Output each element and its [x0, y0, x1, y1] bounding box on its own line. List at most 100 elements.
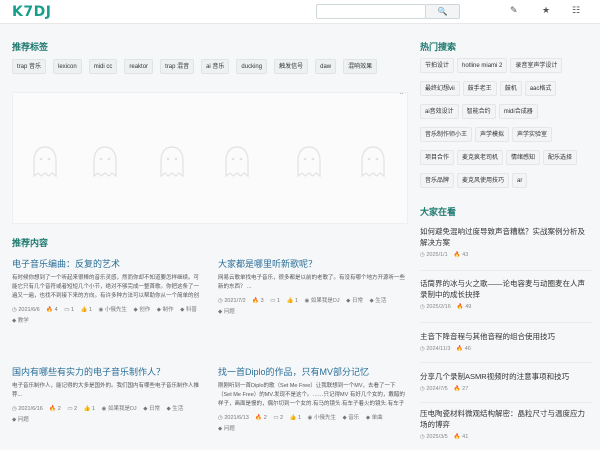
tag-link[interactable]: ◆ 问题: [218, 426, 235, 432]
hot-search-item[interactable]: 音乐制作师小王: [420, 127, 473, 142]
fire-icon: 🔥 2: [49, 406, 61, 412]
author-link[interactable]: ◉ 小俄先生: [308, 415, 336, 421]
pen-icon[interactable]: ✎: [510, 5, 518, 16]
tag-link[interactable]: ◆ 音乐: [343, 415, 360, 421]
like-icon: 👍 1: [286, 298, 299, 304]
tag-item[interactable]: 触发信号: [274, 59, 309, 74]
hot-search-title: 热门搜索: [420, 42, 457, 52]
top-header: K7DJ 🔍 ✎ ★ ☷: [0, 0, 600, 24]
tag-link[interactable]: ◆ 生活: [369, 298, 386, 304]
watching-item: 如何避免混响过度导致声音糟糕？实战案例分析及解决方案 ◷ 2025/1/1 🔥 4…: [420, 226, 592, 258]
tag-link[interactable]: ◆ 日常: [346, 298, 363, 304]
divider: [420, 270, 592, 271]
ghost-icon: [361, 146, 385, 178]
comment-icon: ▭ 1: [270, 298, 281, 304]
watching-item-title[interactable]: 主音下降音程与其他音程的组合使用技巧: [420, 331, 592, 342]
tag-item[interactable]: lexicon: [53, 59, 82, 74]
hot-search-item[interactable]: 最终幻想vii: [420, 81, 460, 96]
hot-search-item[interactable]: ar: [512, 173, 528, 188]
like-icon: 👍 1: [80, 307, 93, 313]
fire-icon: 🔥 43: [453, 252, 469, 258]
hot-search-item[interactable]: 智能合约: [461, 104, 496, 119]
tag-link[interactable]: ◆ 创作: [133, 307, 150, 313]
tag-link[interactable]: ◆ 单曲: [366, 415, 383, 421]
tag-item[interactable]: midi cc: [88, 59, 118, 74]
watching-item-title[interactable]: 分享几个录制ASMR视频时的注意事项和技巧: [420, 371, 592, 382]
divider: [420, 322, 592, 323]
article-title[interactable]: 找一首Diplo的作品，只有MV部分记忆: [218, 366, 408, 378]
hot-search-item[interactable]: ai音效设计: [420, 104, 459, 119]
calendar-icon: ◷ 2024/7/5: [420, 386, 448, 392]
watching-item-title[interactable]: 如何避免混响过度导致声音糟糕？实战案例分析及解决方案: [420, 226, 592, 248]
ghost-icon: [160, 146, 184, 178]
tag-item[interactable]: trap 音乐: [12, 59, 47, 74]
hot-search-item[interactable]: 麦克疯老司机: [457, 150, 504, 165]
hot-search-item[interactable]: 麦克风使用技巧: [457, 173, 510, 188]
fire-icon: 🔥 41: [453, 434, 469, 440]
site-logo[interactable]: K7DJ: [12, 4, 51, 20]
tag-item[interactable]: reaktor: [124, 59, 154, 74]
hot-search-item[interactable]: 声学实验室: [512, 127, 553, 142]
article-meta: ◷ 2021/6/13 🔥 2 ▭ 2 👍 1 ◉ 小俄先生 ◆ 音乐 ◆ 单曲…: [218, 413, 408, 435]
tag-list: trap 音乐 lexicon midi cc reaktor trap 混音 ai 音乐…: [12, 59, 408, 75]
article-card: 国内有哪些有实力的电子音乐制作人？ 电子音乐制作人，能记得的大多是国外的。我们国…: [12, 366, 202, 426]
close-icon[interactable]: ⌃: [398, 93, 405, 100]
watching-item: 话筒界的冰与火之歌——论电容麦与动圈麦在人声录制中的成长抉择 ◷ 2025/2/…: [420, 278, 592, 310]
banner-placeholder[interactable]: ⌃: [12, 92, 408, 224]
article-excerpt: 电子音乐制作人，能记得的大多是国外的。我们国内有哪些电子音乐制作人推荐...: [12, 383, 200, 398]
calendar-icon: ◷ 2021/7/2: [218, 298, 246, 304]
article-title[interactable]: 国内有哪些有实力的电子音乐制作人？: [12, 366, 202, 378]
hot-search-item[interactable]: midi合成器: [498, 104, 538, 119]
divider: [420, 402, 592, 403]
tag-link[interactable]: ◆ 日常: [143, 406, 160, 412]
article-excerpt: 有时候你想到了一个听起来很棒的音乐灵感，然而你却不知道要怎样继续。可能它只有几个…: [12, 275, 200, 299]
hot-search-item[interactable]: aac格式: [524, 81, 557, 96]
comment-icon: ▭ 1: [64, 307, 75, 313]
tag-link[interactable]: ◆ 科普: [180, 307, 197, 313]
hot-search-item[interactable]: 配乐选择: [543, 150, 578, 165]
author-link[interactable]: ◉ 如果我是DJ: [102, 406, 137, 412]
hot-search-item[interactable]: 声学模拟: [475, 127, 510, 142]
content-section-title: 推荐内容: [12, 238, 49, 248]
calendar-icon: ◷ 2021/6/6: [12, 307, 40, 313]
tag-item[interactable]: trap 混音: [160, 59, 195, 74]
like-icon: 👍 1: [289, 415, 302, 421]
hot-search-item[interactable]: 项目合作: [420, 150, 455, 165]
watching-item-meta: ◷ 2024/7/5 🔥 27: [420, 386, 592, 392]
hot-search-item[interactable]: 音乐品牌: [420, 173, 455, 188]
article-title[interactable]: 大家都是哪里听新歌呢？: [218, 258, 408, 270]
fire-icon: 🔥 27: [453, 386, 469, 392]
star-icon[interactable]: ★: [542, 5, 550, 16]
tag-item[interactable]: ducking: [236, 59, 268, 74]
article-card: 电子音乐编曲：反复的艺术 有时候你想到了一个听起来很棒的音乐灵感，然而你却不知道…: [12, 258, 202, 327]
tag-item[interactable]: daw: [315, 59, 337, 74]
watching-item: 压电陶瓷材料微观结构解密：晶粒尺寸与温度应力场的博弈 ◷ 2025/3/5 🔥 4…: [420, 408, 592, 440]
tag-link[interactable]: ◆ 问题: [12, 417, 29, 423]
hot-search-item[interactable]: hotline miami 2: [457, 58, 508, 73]
ghost-icon: [297, 146, 321, 178]
tag-link[interactable]: ◆ 制作: [157, 307, 174, 313]
search-button[interactable]: 🔍: [426, 4, 460, 19]
watching-item: 主音下降音程与其他音程的组合使用技巧 ◷ 2024/11/3 🔥 46: [420, 331, 592, 352]
fire-icon: 🔥 2: [255, 415, 267, 421]
hot-search-item[interactable]: 鼓手老王: [462, 81, 497, 96]
hot-search-item[interactable]: 节拍设计: [420, 58, 455, 73]
tag-link[interactable]: ◆ 生活: [167, 406, 184, 412]
calendar-icon: ◷ 2024/11/3: [420, 346, 451, 352]
tag-link[interactable]: ◆ 问题: [218, 309, 235, 315]
menu-icon[interactable]: ☷: [572, 5, 580, 16]
search-input[interactable]: [316, 4, 426, 19]
article-title[interactable]: 电子音乐编曲：反复的艺术: [12, 258, 202, 270]
tag-item[interactable]: 混响效果: [343, 59, 378, 74]
watching-item-title[interactable]: 压电陶瓷材料微观结构解密：晶粒尺寸与温度应力场的博弈: [420, 408, 592, 430]
hot-search-item[interactable]: 情绪感知: [506, 150, 541, 165]
tag-link[interactable]: ◆ 教学: [12, 318, 29, 324]
hot-search-item[interactable]: 鼓机: [499, 81, 522, 96]
article-meta: ◷ 2021/7/2 🔥 3 ▭ 1 👍 1 ◉ 如果我是DJ ◆ 日常 ◆ 生…: [218, 296, 408, 318]
tag-item[interactable]: ai 音乐: [201, 59, 230, 74]
article-card: 找一首Diplo的作品，只有MV部分记忆 刚刚听到一首Diplo的歌（Set M…: [218, 366, 408, 435]
author-link[interactable]: ◉ 小俄先生: [99, 307, 127, 313]
watching-item-title[interactable]: 话筒界的冰与火之歌——论电容麦与动圈麦在人声录制中的成长抉择: [420, 278, 592, 300]
author-link[interactable]: ◉ 如果我是DJ: [305, 298, 340, 304]
hot-search-item[interactable]: 录音室声学设计: [510, 58, 563, 73]
